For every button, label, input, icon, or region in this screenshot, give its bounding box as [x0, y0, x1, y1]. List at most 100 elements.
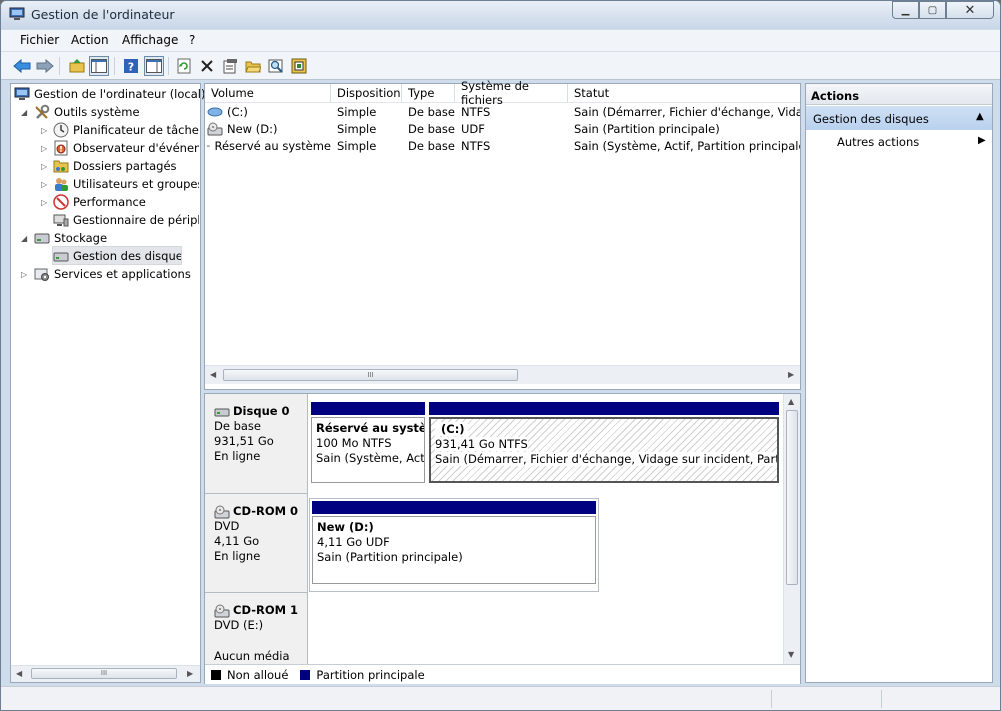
disk-type: De base	[214, 419, 261, 433]
disk-header[interactable]: CD-ROM 1 DVD (E:) Aucun média	[205, 593, 308, 664]
action-more-actions[interactable]: Autres actions ▶	[806, 132, 992, 152]
search-button[interactable]	[266, 56, 286, 76]
volume-type: De base	[408, 121, 455, 136]
help-button[interactable]: ?	[121, 56, 141, 76]
volume-filesystem: NTFS	[461, 104, 491, 119]
scroll-right-icon[interactable]: ▶	[788, 370, 794, 379]
partition-status: Sain (Système, Actif	[316, 451, 425, 465]
tree-label: Gestion des disques	[73, 248, 182, 263]
open-button[interactable]	[243, 56, 263, 76]
disk-management-icon	[53, 252, 69, 261]
scroll-thumb[interactable]: III	[223, 369, 518, 381]
partition-size: 4,11 Go UDF	[317, 535, 390, 549]
tree-item-event-viewer[interactable]: Observateur d'événeme	[53, 139, 199, 157]
tree-horizontal-scrollbar[interactable]: ◀ III ▶	[11, 665, 200, 682]
forward-button[interactable]	[35, 56, 55, 76]
column-header-layout[interactable]: Disposition	[331, 84, 402, 103]
legend-label: Partition principale	[316, 667, 425, 682]
scroll-up-icon[interactable]: ▲	[788, 397, 794, 406]
expand-caret-icon[interactable]: ▷	[41, 180, 47, 189]
refresh-button[interactable]	[174, 56, 194, 76]
scroll-left-icon[interactable]: ◀	[210, 370, 216, 379]
properties-icon	[223, 59, 237, 74]
volume-filesystem: NTFS	[461, 138, 491, 153]
collapse-up-icon[interactable]: ▲	[976, 111, 984, 122]
close-button[interactable]: ✕	[946, 1, 994, 19]
scroll-thumb[interactable]	[786, 410, 798, 585]
tree-item-system-tools[interactable]: Outils système	[34, 103, 140, 121]
scroll-left-icon[interactable]: ◀	[16, 669, 22, 678]
action-label: Autres actions	[837, 135, 920, 149]
scroll-down-icon[interactable]: ▼	[788, 650, 794, 659]
expand-caret-icon[interactable]: ▷	[41, 126, 47, 135]
tree-item-device-manager[interactable]: Gestionnaire de périphé	[53, 211, 199, 229]
up-button[interactable]	[67, 56, 87, 76]
volume-type: De base	[408, 138, 455, 153]
tree-item-task-scheduler[interactable]: Planificateur de tâches	[53, 121, 199, 139]
legend-swatch-primary	[300, 669, 311, 680]
tree-item-performance[interactable]: Performance	[53, 193, 199, 211]
menu-fichier[interactable]: Fichier	[20, 33, 59, 47]
tree-item-shared-folders[interactable]: Dossiers partagés	[53, 157, 199, 175]
partition-c[interactable]: (C:) 931,41 Go NTFS Sain (Démarrer, Fich…	[427, 400, 781, 492]
disk-header[interactable]: CD-ROM 0 DVD 4,11 Go En ligne	[205, 494, 308, 593]
expand-caret-icon[interactable]: ▷	[41, 144, 47, 153]
properties-button[interactable]	[220, 56, 240, 76]
expand-caret-icon[interactable]: ▷	[21, 270, 27, 279]
disk-state: Aucun média	[214, 649, 290, 663]
status-divider	[881, 690, 882, 708]
column-header-status[interactable]: Statut	[568, 84, 800, 103]
menu-action[interactable]: Action	[71, 33, 109, 47]
tree-item-local-users[interactable]: Utilisateurs et groupes l	[53, 175, 199, 193]
table-row[interactable]: (C:) Simple De base NTFS Sain (Démarrer,…	[205, 103, 800, 120]
expand-caret-icon[interactable]: ▷	[41, 162, 47, 171]
actions-header: Actions	[806, 84, 992, 105]
back-button[interactable]	[12, 56, 32, 76]
menu-affichage[interactable]: Affichage	[122, 33, 178, 47]
disk-map-vertical-scrollbar[interactable]: ▲ ▼	[783, 394, 800, 664]
disk-header[interactable]: Disque 0 De base 931,51 Go En ligne	[205, 394, 308, 494]
disk-state: En ligne	[214, 549, 261, 563]
expand-caret-icon[interactable]: ▷	[41, 198, 47, 207]
minimize-button[interactable]: ▁	[892, 1, 919, 19]
volume-filesystem: UDF	[461, 121, 485, 136]
tree-item-storage[interactable]: Stockage	[34, 229, 107, 247]
volume-type: De base	[408, 104, 455, 119]
cd-drive-icon	[214, 505, 230, 518]
table-row[interactable]: Réservé au système Simple De base NTFS S…	[205, 137, 800, 154]
column-label: Type	[408, 86, 435, 100]
column-header-filesystem[interactable]: Système de fichiers	[455, 79, 568, 107]
partition-reserved[interactable]: Réservé au systèm 100 Mo NTFS Sain (Syst…	[309, 400, 427, 492]
show-action-pane-button[interactable]	[144, 56, 164, 76]
tree-item-disk-management[interactable]: Gestion des disques	[52, 246, 182, 265]
show-console-tree-button[interactable]	[89, 56, 109, 76]
collapse-caret-icon[interactable]: ◢	[21, 108, 27, 117]
console-tree: Gestion de l'ordinateur (local) ◢ Outils…	[10, 83, 205, 683]
table-row[interactable]: New (D:) Simple De base UDF Sain (Partit…	[205, 120, 800, 137]
close-icon: ✕	[964, 2, 976, 18]
list-horizontal-scrollbar[interactable]: ◀ III ▶	[205, 365, 800, 384]
column-header-type[interactable]: Type	[402, 84, 455, 103]
status-divider	[771, 690, 772, 708]
toolbar-separator	[59, 57, 60, 75]
scroll-right-icon[interactable]: ▶	[187, 669, 193, 678]
toolbar: ?	[1, 52, 1000, 80]
tree-item-services-apps[interactable]: Services et applications	[34, 265, 191, 283]
menu-help[interactable]: ?	[189, 33, 195, 47]
back-arrow-icon	[13, 59, 31, 73]
disk-name: CD-ROM 1	[233, 603, 299, 617]
title-bar[interactable]: Gestion de l'ordinateur ▁ ▢ ✕	[1, 1, 1000, 29]
partition-d[interactable]: New (D:) 4,11 Go UDF Sain (Partition pri…	[309, 498, 599, 592]
device-manager-icon	[53, 214, 69, 227]
help-icon: ?	[124, 59, 138, 74]
column-header-volume[interactable]: Volume	[205, 84, 331, 103]
delete-button[interactable]	[197, 56, 217, 76]
open-folder-icon	[245, 61, 261, 73]
scroll-thumb[interactable]: III	[31, 668, 177, 679]
tree-item-computer-management[interactable]: Gestion de l'ordinateur (local)	[14, 85, 205, 103]
actions-section-disk-management[interactable]: Gestion des disques ▲	[806, 106, 992, 130]
format-button[interactable]	[289, 56, 309, 76]
collapse-caret-icon[interactable]: ◢	[21, 234, 27, 243]
maximize-button[interactable]: ▢	[919, 1, 946, 19]
computer-management-icon	[9, 7, 25, 20]
